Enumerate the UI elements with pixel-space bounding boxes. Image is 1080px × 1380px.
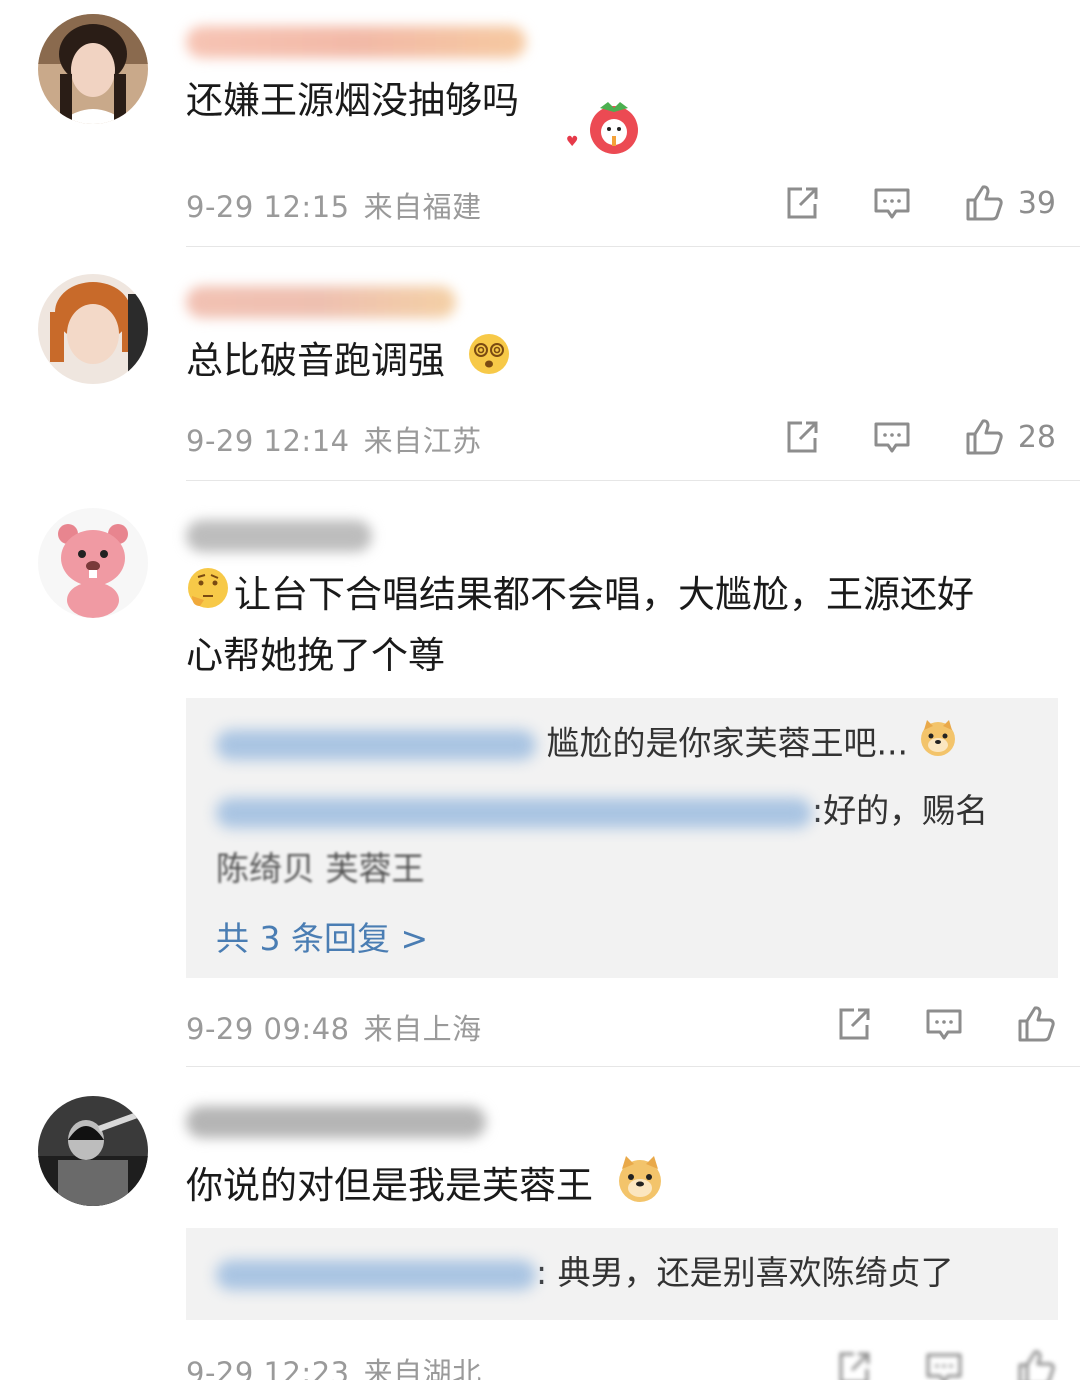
- doge-emoji: [918, 718, 958, 772]
- avatar[interactable]: [38, 274, 148, 384]
- comment-text: 你说的对但是我是芙蓉王: [186, 1154, 665, 1221]
- comment-button[interactable]: [924, 1004, 964, 1044]
- timestamp: 9-29 09:48: [186, 1012, 350, 1046]
- divider: [186, 246, 1080, 247]
- share-button[interactable]: [834, 1348, 874, 1380]
- username-blurred[interactable]: [186, 26, 526, 58]
- action-bar: 39: [782, 183, 1056, 223]
- username-blurred[interactable]: [186, 1106, 486, 1138]
- like-button[interactable]: 39: [964, 183, 1056, 223]
- username-blurred[interactable]: [186, 520, 372, 552]
- comment-item: 让台下合唱结果都不会唱，大尴尬，王源还好 心帮她挽了个尊 尴尬的是你家芙蓉王吧.…: [0, 482, 1080, 1068]
- comment-meta: 9-29 12:15 来自福建: [186, 184, 482, 226]
- share-button[interactable]: [782, 417, 822, 457]
- share-button[interactable]: [834, 1004, 874, 1044]
- more-replies-link[interactable]: 共 3 条回复 >: [216, 912, 428, 960]
- share-icon: [839, 1008, 870, 1040]
- share-icon: [787, 187, 818, 219]
- action-bar: 28: [782, 417, 1056, 457]
- location: 来自上海: [363, 1012, 482, 1046]
- timestamp: 9-29 12:23: [186, 1356, 350, 1380]
- comment-icon: [874, 188, 910, 219]
- avatar[interactable]: [38, 14, 148, 124]
- reply-item[interactable]: 尴尬的是你家芙蓉王吧...: [216, 718, 958, 772]
- comment-text: 总比破音跑调强: [186, 332, 511, 393]
- like-count: 28: [1017, 419, 1056, 455]
- like-button[interactable]: [1016, 1348, 1056, 1380]
- avatar[interactable]: [38, 1096, 148, 1206]
- divider: [186, 480, 1080, 481]
- comment-item: 还嫌王源烟没抽够吗 ♥ 9-29 12:15 来自福建 39: [0, 0, 1080, 248]
- share-icon: [839, 1352, 870, 1380]
- comment-button[interactable]: [924, 1348, 964, 1380]
- comment-meta: 9-29 09:48 来自上海: [186, 1006, 482, 1048]
- svg-text:♥: ♥: [566, 134, 579, 150]
- thinking-face-emoji: [186, 566, 230, 627]
- reply-username-blurred[interactable]: [216, 1259, 536, 1290]
- reply-item[interactable]: : 典男，还是别喜欢陈绮贞了: [216, 1248, 954, 1298]
- avatar[interactable]: [38, 508, 148, 618]
- comment-button[interactable]: [872, 183, 912, 223]
- like-icon: [966, 419, 1003, 455]
- comment-text: 还嫌王源烟没抽够吗: [186, 79, 519, 122]
- action-bar-obscured: [834, 1348, 1056, 1380]
- comment-text: 让台下合唱结果都不会唱，大尴尬，王源还好 心帮她挽了个尊: [186, 566, 1066, 685]
- reply-username-blurred[interactable]: [216, 797, 812, 828]
- like-icon: [966, 185, 1003, 221]
- like-button[interactable]: [1016, 1004, 1056, 1044]
- like-button[interactable]: 28: [964, 417, 1056, 457]
- comment-item: 总比破音跑调强 9-29 12:14 来自江苏 28: [0, 248, 1080, 482]
- like-icon: [1018, 1006, 1055, 1042]
- comment-icon: [926, 1353, 962, 1380]
- reply-preview[interactable]: : 典男，还是别喜欢陈绮贞了: [186, 1228, 1058, 1320]
- comment-icon: [926, 1009, 962, 1040]
- comment-icon: [874, 422, 910, 453]
- reply-item-continuation: 陈绮贝 芙蓉王: [216, 849, 425, 888]
- reply-item[interactable]: :好的，赐名: [216, 786, 988, 836]
- comment-button[interactable]: [872, 417, 912, 457]
- share-button[interactable]: [782, 183, 822, 223]
- action-bar: [834, 1004, 1056, 1044]
- location: 来自福建: [363, 190, 482, 224]
- doge-emoji: [615, 1154, 665, 1221]
- comment-meta: 9-29 12:23 来自湖北: [186, 1350, 482, 1380]
- comment-item: 你说的对但是我是芙蓉王 : 典男，还是别喜欢陈绮贞了 9-29 12:23 来自湖…: [0, 1068, 1080, 1380]
- location: 来自湖北: [363, 1356, 482, 1380]
- location: 来自江苏: [363, 424, 482, 458]
- timestamp: 9-29 12:14: [186, 424, 350, 458]
- like-count: 39: [1017, 185, 1056, 221]
- strawberry-sticker: ♥: [564, 96, 644, 158]
- comment-meta: 9-29 12:14 来自江苏: [186, 418, 482, 460]
- reply-username-blurred[interactable]: [216, 730, 536, 760]
- divider: [186, 1066, 1080, 1067]
- username-blurred[interactable]: [186, 286, 456, 318]
- dizzy-face-emoji: [467, 332, 511, 393]
- timestamp: 9-29 12:15: [186, 190, 350, 224]
- reply-preview[interactable]: 尴尬的是你家芙蓉王吧... :好的，赐名 陈绮贝 芙蓉王 共 3 条回复 >: [186, 698, 1058, 978]
- share-icon: [787, 421, 818, 453]
- like-icon: [1018, 1350, 1055, 1380]
